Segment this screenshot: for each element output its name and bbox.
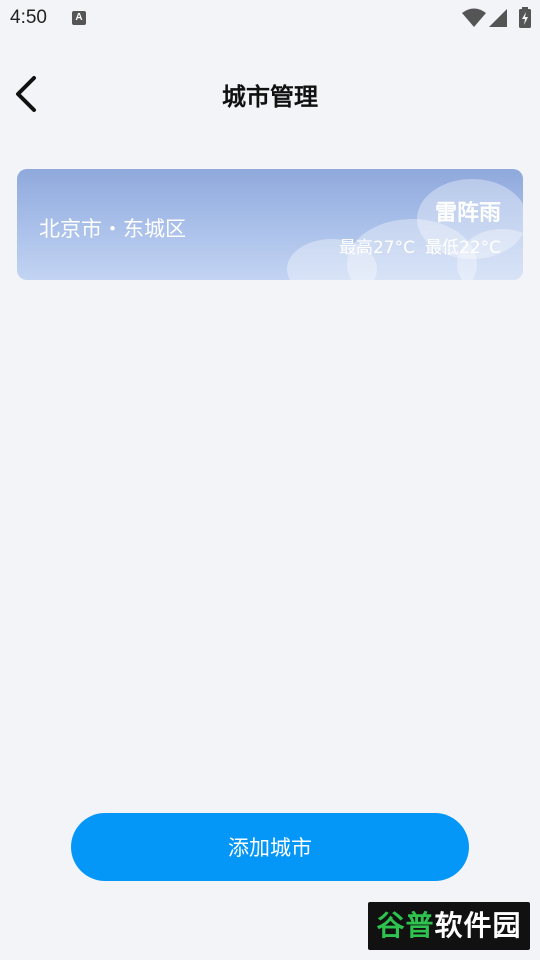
temp-high: 最高27°C bbox=[338, 238, 415, 258]
signal-icon bbox=[489, 9, 507, 27]
add-city-button[interactable]: 添加城市 bbox=[71, 813, 469, 881]
weather-condition: 雷阵雨 bbox=[434, 201, 501, 226]
status-bar: 4:50 A bbox=[0, 0, 540, 36]
notification-a-letter: A bbox=[75, 12, 83, 23]
watermark-logo: 谷普软件园 bbox=[368, 902, 530, 950]
header: 城市管理 bbox=[0, 60, 540, 130]
watermark-part2: 软件园 bbox=[434, 909, 522, 942]
battery-charging-icon bbox=[519, 7, 531, 28]
watermark-part1: 谷普 bbox=[376, 909, 435, 942]
status-time: 4:50 bbox=[10, 7, 47, 28]
temperature-range: 最高27°C 最低22°C bbox=[339, 233, 501, 258]
temp-low: 最低22°C bbox=[424, 238, 501, 258]
city-name: 北京市・东城区 bbox=[39, 217, 186, 241]
notification-a-icon: A bbox=[72, 11, 86, 25]
watermark-text: 谷普软件园 bbox=[368, 902, 530, 950]
wifi-icon bbox=[462, 8, 486, 27]
city-card[interactable]: 北京市・东城区 雷阵雨 最高27°C 最低22°C bbox=[17, 169, 523, 280]
page-title: 城市管理 bbox=[222, 83, 318, 111]
